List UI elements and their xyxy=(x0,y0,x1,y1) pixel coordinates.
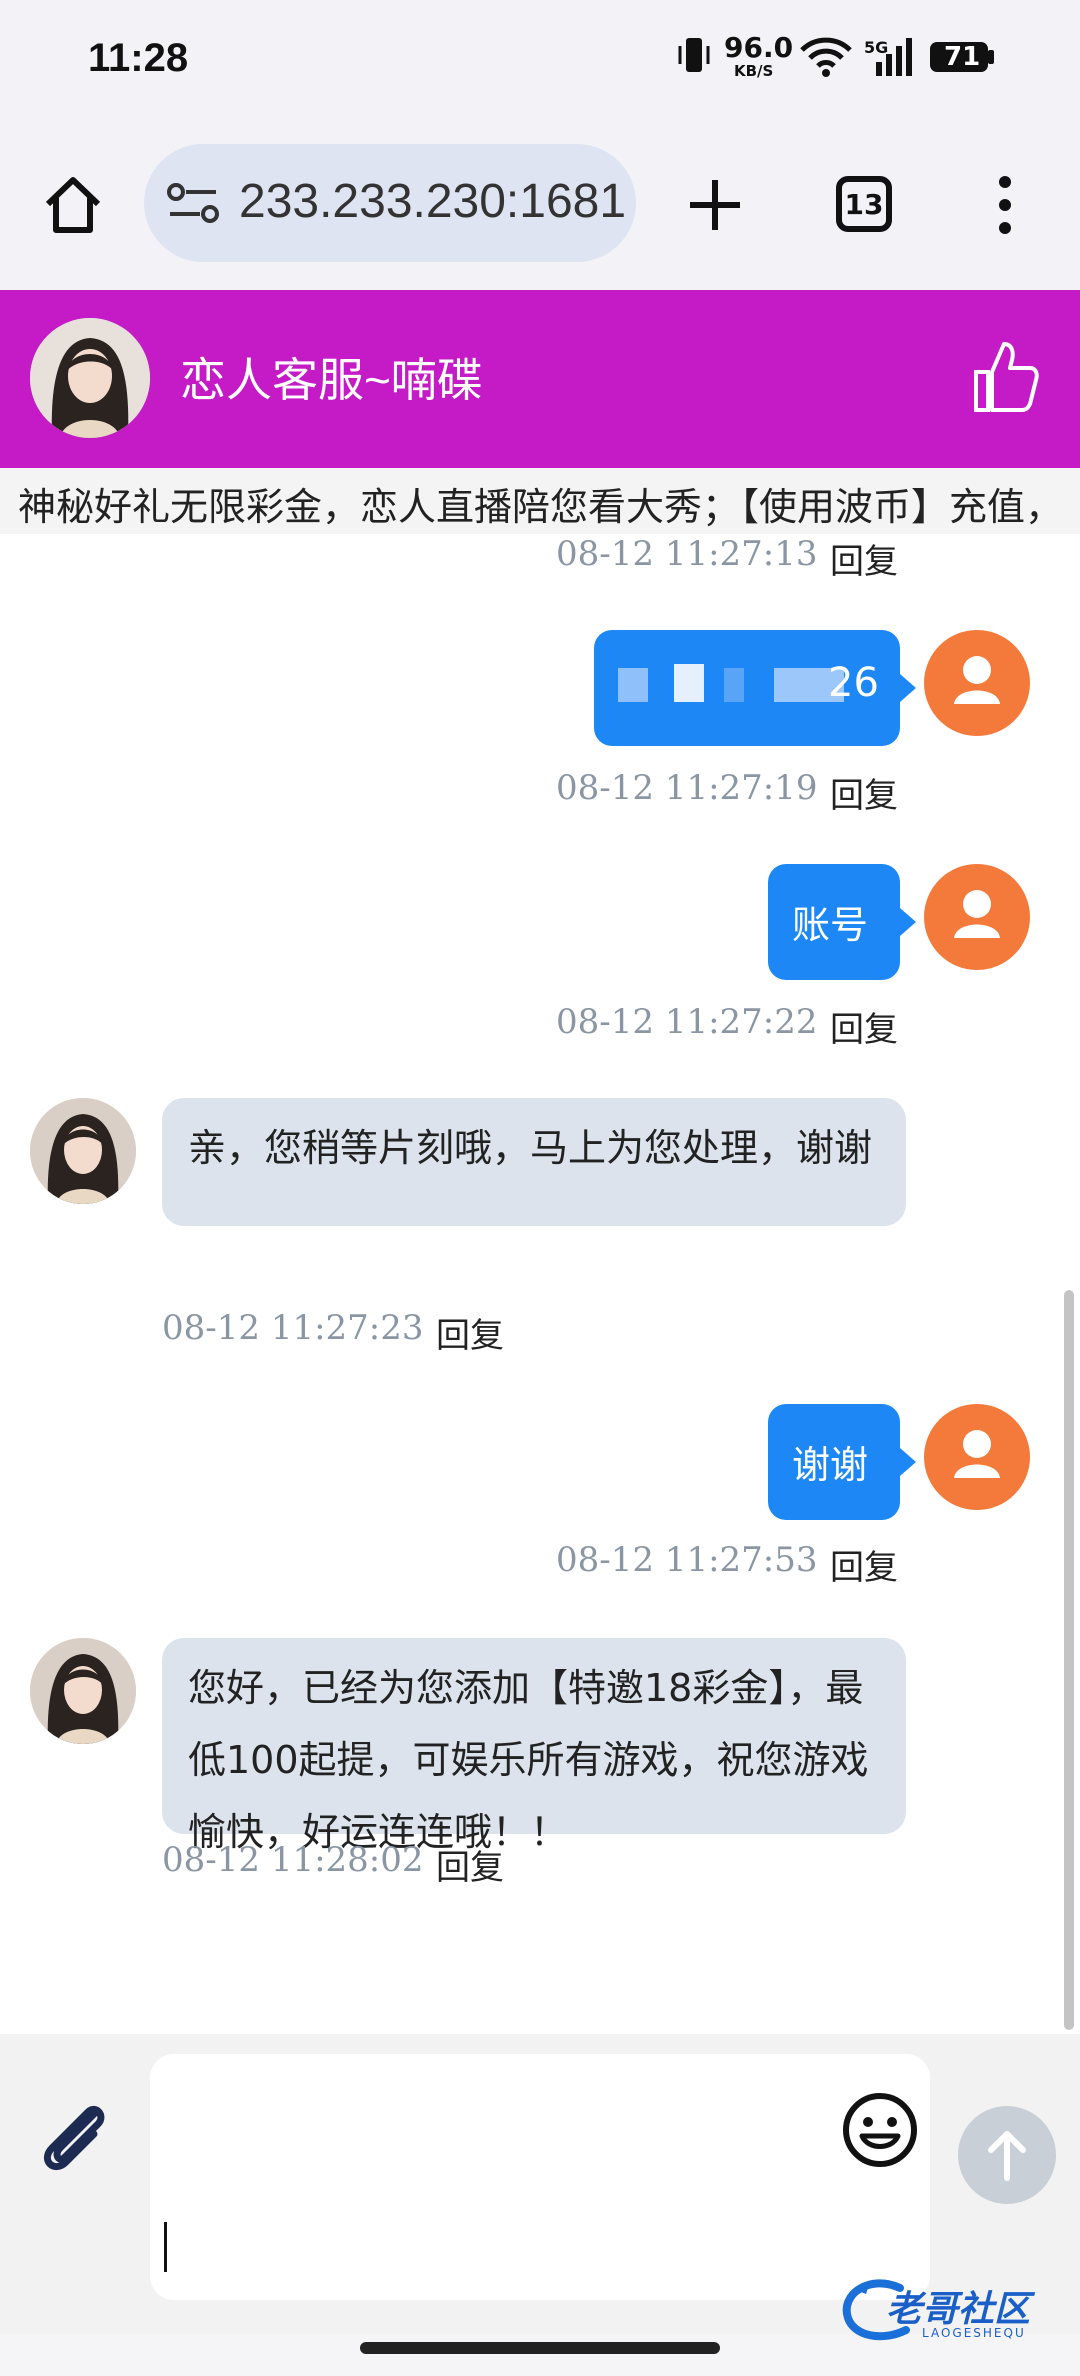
reply-button[interactable]: 回复 xyxy=(830,768,898,817)
battery-level: 71 xyxy=(944,42,981,72)
chat-header: 恋人客服~喃碟 xyxy=(0,290,1080,468)
text-cursor xyxy=(164,2222,167,2272)
watermark-logo: 老哥社区 LAOGESHEQU xyxy=(836,2276,1076,2356)
clock: 11:28 xyxy=(88,36,189,80)
outgoing-message: 26 xyxy=(594,630,916,746)
address-bar[interactable]: 233.233.230:1681 xyxy=(144,144,636,262)
incoming-message: 您好，已经为您添加【特邀18彩金】，最低100起提，可娱乐所有游戏，祝您游戏愉快… xyxy=(162,1638,906,1854)
agent-avatar xyxy=(30,1638,136,1744)
tab-count: 13 xyxy=(844,188,884,221)
message-timestamp: 08-12 11:27:23 xyxy=(162,1308,424,1348)
attachment-icon[interactable] xyxy=(36,2096,116,2176)
message-timestamp: 08-12 11:27:19 xyxy=(556,768,818,808)
home-icon[interactable] xyxy=(38,170,108,240)
redacted-block xyxy=(618,668,648,702)
message-text: 亲，您稍等片刻哦，马上为您处理，谢谢 xyxy=(188,1126,873,1170)
message-timestamp: 08-12 11:27:22 xyxy=(556,1002,818,1042)
reply-button[interactable]: 回复 xyxy=(830,1540,898,1589)
tabs-icon[interactable]: 13 xyxy=(834,174,894,234)
watermark-subtext: LAOGESHEQU xyxy=(922,2326,1026,2340)
send-arrow-icon xyxy=(988,2131,1026,2181)
user-avatar xyxy=(924,1404,1030,1510)
message-text: 账号 xyxy=(792,903,869,947)
watermark-text: 老哥社区 xyxy=(886,2289,1031,2330)
wifi-icon xyxy=(798,32,854,80)
thumbs-up-icon[interactable] xyxy=(970,336,1040,416)
reply-button[interactable]: 回复 xyxy=(830,534,898,583)
message-timestamp: 08-12 11:27:53 xyxy=(556,1540,818,1580)
message-input[interactable] xyxy=(150,2054,930,2300)
user-avatar xyxy=(924,630,1030,736)
marquee-text: 神秘好礼无限彩金，恋人直播陪您看大秀；【使用波币】充值， xyxy=(18,485,1064,529)
signal-icon xyxy=(862,32,914,80)
reply-button[interactable]: 回复 xyxy=(830,1002,898,1051)
message-text: 谢谢 xyxy=(792,1443,869,1487)
browser-toolbar: 233.233.230:1681 13 xyxy=(0,120,1080,290)
reply-button[interactable]: 回复 xyxy=(436,1308,504,1357)
home-gesture-bar[interactable] xyxy=(360,2342,720,2354)
vibrate-icon xyxy=(676,32,712,80)
message-list[interactable]: 08-12 11:27:13 回复 26 08-12 11:27:19 回复 账… xyxy=(0,534,1080,2034)
user-avatar xyxy=(924,864,1030,970)
message-timestamp: 08-12 11:28:02 xyxy=(162,1840,424,1880)
agent-avatar xyxy=(30,1098,136,1204)
outgoing-message: 谢谢 xyxy=(768,1404,916,1520)
reply-button[interactable]: 回复 xyxy=(436,1840,504,1889)
outgoing-message: 账号 xyxy=(768,864,916,980)
site-settings-icon[interactable] xyxy=(166,178,220,228)
scrollbar-thumb[interactable] xyxy=(1064,1290,1074,2030)
net-speed-value: 96.0 xyxy=(724,31,794,64)
incoming-message: 亲，您稍等片刻哦，马上为您处理，谢谢 xyxy=(162,1098,906,1226)
new-tab-icon[interactable] xyxy=(680,170,750,240)
redacted-block xyxy=(674,664,704,702)
emoji-icon[interactable] xyxy=(840,2090,920,2170)
net-speed-unit: KB/S xyxy=(734,62,774,80)
announcement-marquee: 神秘好礼无限彩金，恋人直播陪您看大秀；【使用波币】充值， xyxy=(0,468,1080,534)
message-text: 您好，已经为您添加【特邀18彩金】，最低100起提，可娱乐所有游戏，祝您游戏愉快… xyxy=(188,1666,869,1854)
chat-title: 恋人客服~喃碟 xyxy=(180,354,483,406)
status-bar: 11:28 96.0 KB/S 5G 71 xyxy=(0,0,1080,120)
send-button[interactable] xyxy=(958,2106,1056,2204)
message-timestamp: 08-12 11:27:13 xyxy=(556,534,818,574)
message-text: 26 xyxy=(828,660,879,706)
url-text[interactable]: 233.233.230:1681 xyxy=(239,174,626,229)
more-icon[interactable] xyxy=(990,170,1020,240)
redacted-block xyxy=(724,668,744,702)
agent-avatar xyxy=(30,318,150,438)
